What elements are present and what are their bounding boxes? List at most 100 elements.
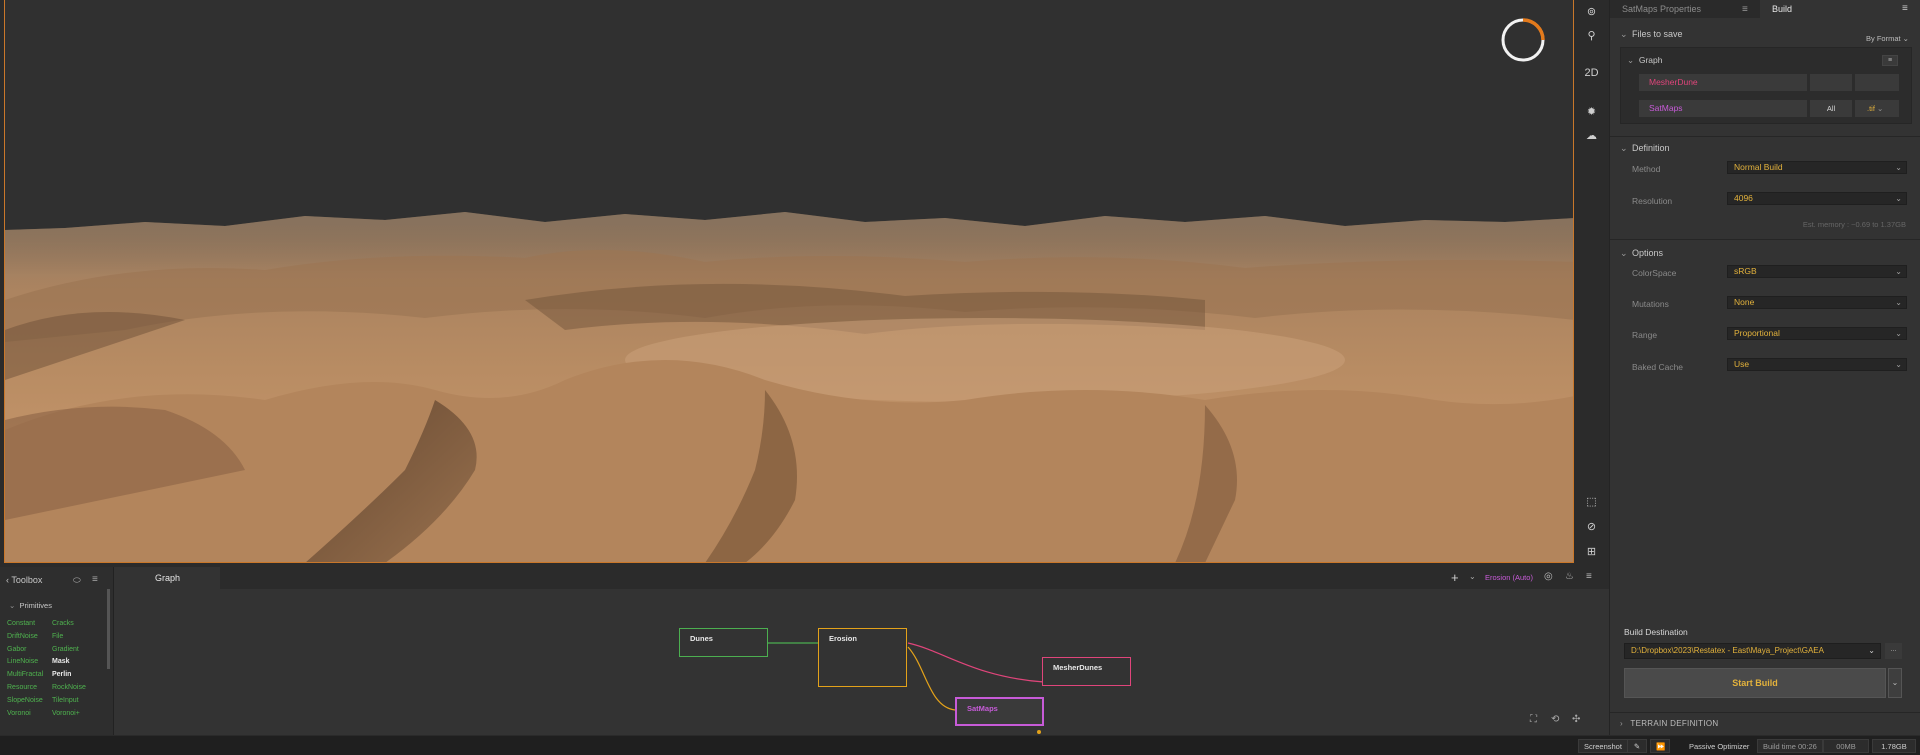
memory-estimate: Est. memory : ~0.69 to 1.37GB [1802, 220, 1906, 229]
toolbox-item-gradient[interactable]: Gradient [52, 646, 79, 653]
menu-icon[interactable]: ≡ [92, 574, 98, 585]
range-select[interactable]: Proportional ⌄ [1727, 327, 1907, 340]
chevron-down-icon: ⌄ [1895, 329, 1902, 338]
properties-tabs: SatMaps Properties ≡ Build ≡ [1610, 0, 1920, 18]
tab-build[interactable]: Build [1760, 0, 1920, 18]
toolbox-header[interactable]: ‹ Toolbox [6, 575, 42, 585]
chevron-down-icon: ⌄ [1895, 298, 1902, 307]
pencil-icon[interactable]: ✎ [1627, 739, 1647, 753]
toolbox-item-rocknoise[interactable]: RockNoise [52, 684, 86, 691]
list-icon[interactable]: ≡ [1882, 55, 1898, 66]
by-format-toggle[interactable]: By Format ⌄ [1866, 34, 1909, 43]
chevron-down-icon: ⌄ [1891, 678, 1899, 687]
toolbox-item-voronoi-[interactable]: Voronoi+ [52, 710, 80, 717]
file-entry-format [1855, 74, 1899, 91]
mode-2d-button[interactable]: 2D [1578, 62, 1605, 84]
chevron-left-icon: ‹ [6, 575, 9, 585]
tab-satmaps-properties[interactable]: SatMaps Properties [1610, 0, 1760, 18]
memory-usage-2: 1.78GB [1872, 739, 1916, 753]
screenshot-button[interactable]: Screenshot [1578, 739, 1628, 753]
chevron-down-icon: ⌄ [1895, 194, 1902, 203]
layout-icon[interactable]: ✣ [1572, 714, 1580, 725]
file-entry-mesherdune[interactable]: MesherDune [1639, 74, 1807, 91]
menu-icon[interactable]: ≡ [1902, 3, 1908, 14]
toolbox-item-cracks[interactable]: Cracks [52, 620, 74, 627]
toggle-icon[interactable]: ⬭ [73, 575, 81, 586]
toolbox-item-gabor[interactable]: Gabor [7, 646, 26, 653]
graph-files-header[interactable]: ⌄ Graph [1627, 55, 1662, 66]
colorspace-label: ColorSpace [1632, 268, 1677, 278]
start-build-button[interactable]: Start Build [1624, 668, 1886, 698]
frame-all-icon[interactable]: ⛶ [1530, 714, 1537, 725]
graph-node-satmaps[interactable]: SatMaps [955, 697, 1044, 726]
toolbox-item-driftnoise[interactable]: DriftNoise [7, 633, 38, 640]
toolbox-item-perlin[interactable]: Perlin [52, 671, 71, 678]
terrain-definition-header[interactable]: › TERRAIN DEFINITION [1620, 719, 1718, 728]
chevron-down-icon: ⌄ [1895, 267, 1902, 276]
cloud-icon[interactable]: ☁ [1578, 124, 1605, 146]
file-entry-channel [1810, 74, 1852, 91]
toolbox-item-voronoi[interactable]: Voronoi [7, 710, 31, 717]
toolbox-item-linenoise[interactable]: LineNoise [7, 658, 38, 665]
mutations-label: Mutations [1632, 299, 1669, 309]
toolbox-item-multifractal[interactable]: MultiFractal [7, 671, 43, 678]
menu-icon[interactable]: ≡ [1742, 4, 1748, 15]
terrain-viewport[interactable] [4, 0, 1574, 563]
chevron-down-icon: ⌄ [1620, 143, 1628, 153]
format-select[interactable]: .tif ⌄ [1855, 100, 1899, 117]
mutations-select[interactable]: None ⌄ [1727, 296, 1907, 309]
resolution-label: Resolution [1632, 196, 1673, 206]
files-to-save-header[interactable]: ⌄ Files to save [1620, 29, 1683, 40]
properties-panel: SatMaps Properties ≡ Build ≡ ⌄ Files to s… [1609, 0, 1920, 735]
channel-select[interactable]: All [1810, 100, 1852, 117]
toolbox-item-constant[interactable]: Constant [7, 620, 35, 627]
browse-button[interactable]: ... [1885, 643, 1902, 659]
graph-node-mesherdunes[interactable]: MesherDunes [1042, 657, 1131, 686]
chevron-down-icon: ⌄ [1895, 163, 1902, 172]
build-progress-ring [1501, 18, 1545, 62]
primitives-category[interactable]: ⌄ Primitives [9, 601, 52, 610]
chevron-down-icon: ⌄ [1868, 646, 1875, 655]
chevron-down-icon: ⌄ [1620, 248, 1628, 258]
viewport-toolbar: ⊚ ⚲ 2D ✹ ☁ ⬚ ⊘ ⊞ [1578, 0, 1605, 563]
status-bar: Screenshot ✎ ⏩ Passive Optimizer Build t… [0, 735, 1920, 755]
baked-cache-select[interactable]: Use ⌄ [1727, 358, 1907, 371]
link-icon[interactable]: ⊚ [1578, 0, 1605, 22]
method-select[interactable]: Normal Build ⌄ [1727, 161, 1907, 174]
terrain-render [5, 0, 1573, 562]
compass-icon[interactable]: ⊘ [1578, 515, 1605, 537]
build-destination-label: Build Destination [1624, 627, 1688, 637]
colorspace-select[interactable]: sRGB ⌄ [1727, 265, 1907, 278]
memory-usage-1: 00MB [1823, 739, 1869, 753]
method-label: Method [1632, 164, 1661, 174]
chevron-down-icon: ⌄ [1895, 360, 1902, 369]
grid-icon[interactable]: ⊞ [1578, 540, 1605, 562]
toolbox-item-mask[interactable]: Mask [52, 658, 70, 665]
chevron-right-icon: › [1620, 719, 1623, 728]
toolbox-item-file[interactable]: File [52, 633, 63, 640]
graph-panel[interactable]: Graph + ⌄ Erosion (Auto) ◎ ♨ ≡ Dunes Ero… [114, 567, 1609, 735]
graph-node-dunes[interactable]: Dunes [679, 628, 768, 657]
file-entry-satmaps[interactable]: SatMaps [1639, 100, 1807, 117]
play-forward-icon[interactable]: ⏩ [1650, 739, 1670, 753]
toolbox-scrollbar[interactable] [107, 589, 110, 669]
baked-cache-label: Baked Cache [1632, 362, 1684, 372]
graph-node-erosion[interactable]: Erosion [818, 628, 907, 687]
user-pin-icon[interactable]: ⚲ [1578, 24, 1605, 46]
toolbox-item-tileinput[interactable]: TileInput [52, 697, 79, 704]
resolution-select[interactable]: 4096 ⌄ [1727, 192, 1907, 205]
refresh-icon[interactable]: ⟲ [1551, 714, 1559, 725]
bottom-panel: ‹ Toolbox ⬭ ≡ ⌄ Primitives Constant Drift… [0, 567, 1609, 735]
passive-optimizer-status[interactable]: Passive Optimizer [1683, 739, 1756, 753]
sun-icon[interactable]: ✹ [1578, 100, 1605, 122]
toolbox-item-slopenoise[interactable]: SlopeNoise [7, 697, 43, 704]
range-label: Range [1632, 330, 1658, 340]
definition-header[interactable]: ⌄ Definition [1620, 143, 1670, 154]
crop-icon[interactable]: ⬚ [1578, 490, 1605, 512]
build-options-dropdown[interactable]: ⌄ [1888, 668, 1902, 698]
toolbox-item-resource[interactable]: Resource [7, 684, 37, 691]
build-destination-input[interactable]: D:\Dropbox\2023\Restatex - East\Maya_Pro… [1624, 643, 1881, 659]
build-time-status: Build time 00:26 [1757, 739, 1823, 753]
toolbox-panel: ‹ Toolbox ⬭ ≡ ⌄ Primitives Constant Drift… [0, 567, 114, 735]
options-header[interactable]: ⌄ Options [1620, 248, 1663, 259]
